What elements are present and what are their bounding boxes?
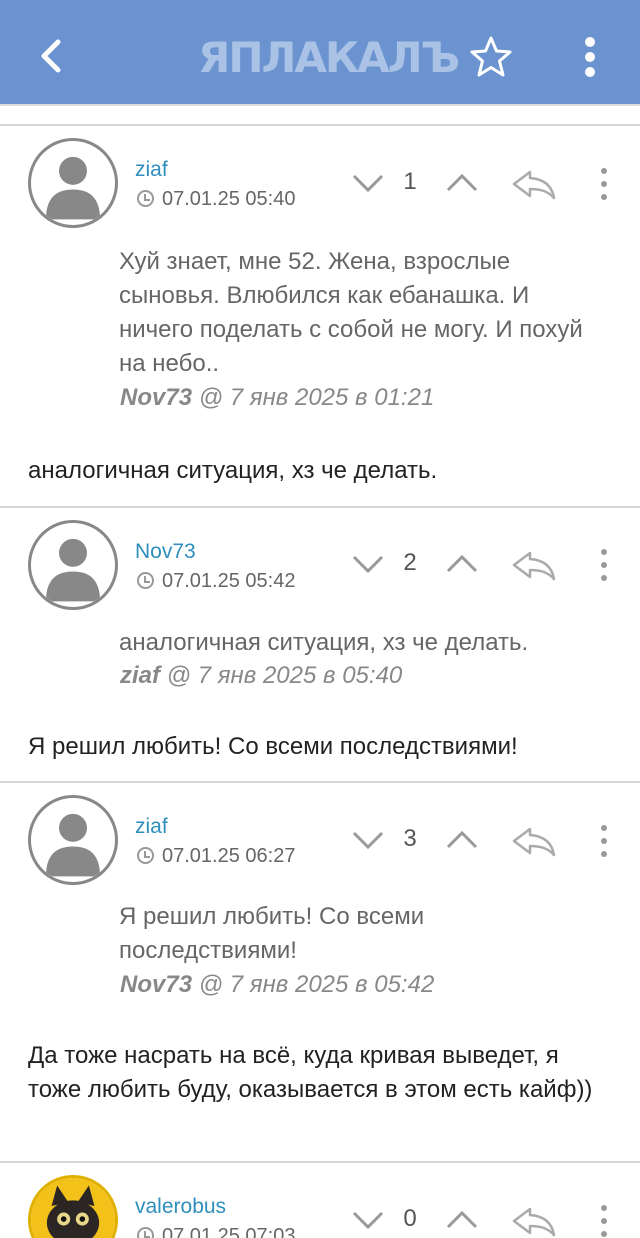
vote-up-icon[interactable]: [444, 170, 480, 196]
vote-down-icon[interactable]: [350, 551, 386, 577]
default-avatar-icon: [45, 156, 101, 220]
comment-item: ziaf 07.01.25 05:40 1 Хуй знает, мне 52.…: [0, 126, 640, 506]
quote-text: аналогичная ситуация, хз че делать.: [119, 629, 529, 656]
quote-text: Я решил любить! Со всеми последствиями!: [119, 903, 425, 964]
star-icon[interactable]: [468, 34, 514, 80]
avatar[interactable]: [28, 795, 118, 885]
quote-attribution: ziaf @ 7 янв 2025 в 05:40: [120, 662, 402, 690]
comment-menu-icon[interactable]: [596, 1203, 612, 1238]
comment-username[interactable]: ziaf: [135, 815, 168, 839]
quote-date: @ 7 янв 2025 в 05:42: [192, 971, 435, 998]
top-app-bar: ЯПЛАКАЛЪ: [0, 0, 640, 106]
clock-icon: [137, 190, 154, 207]
quote-date: @ 7 янв 2025 в 01:21: [192, 384, 435, 411]
clock-icon: [137, 1227, 154, 1238]
comment-rating: 3: [403, 825, 417, 852]
vote-down-icon[interactable]: [350, 170, 386, 196]
quote-text: Хуй знает, мне 52. Жена, взрослые сыновь…: [119, 248, 583, 377]
site-logo[interactable]: ЯПЛАКАЛЪ: [198, 34, 460, 82]
comment-menu-icon[interactable]: [596, 823, 612, 859]
comment-menu-icon[interactable]: [596, 547, 612, 583]
clock-icon: [137, 572, 154, 589]
vote-up-icon[interactable]: [444, 827, 480, 853]
quote-author[interactable]: Nov73: [120, 971, 192, 998]
comment-item: valerobus 07.01.25 07:03 0: [0, 1163, 640, 1238]
reply-icon[interactable]: [510, 823, 558, 859]
comment-rating: 1: [403, 168, 417, 195]
avatar[interactable]: [28, 520, 118, 610]
quote-author[interactable]: Nov73: [120, 384, 192, 411]
comment-username[interactable]: Nov73: [135, 540, 196, 564]
timestamp-text: 07.01.25 05:42: [162, 570, 296, 592]
vote-down-icon[interactable]: [350, 827, 386, 853]
comment-username[interactable]: valerobus: [135, 1195, 226, 1219]
reply-icon[interactable]: [510, 166, 558, 202]
quote-attribution: Nov73 @ 7 янв 2025 в 01:21: [120, 384, 434, 412]
vote-up-icon[interactable]: [444, 1207, 480, 1233]
comment-item: Nov73 07.01.25 05:42 2 аналогичная ситуа…: [0, 508, 640, 781]
clock-icon: [137, 847, 154, 864]
comment-rating: 2: [403, 549, 417, 576]
comment-text: аналогичная ситуация, хз че делать.: [28, 457, 438, 484]
comment-rating: 0: [403, 1205, 417, 1232]
back-arrow-icon[interactable]: [30, 30, 72, 82]
comment-timestamp: 07.01.25 05:42: [137, 570, 295, 593]
comment-timestamp: 07.01.25 06:27: [137, 845, 295, 868]
comment-timestamp: 07.01.25 07:03: [137, 1225, 295, 1238]
timestamp-text: 07.01.25 05:40: [162, 188, 296, 210]
avatar[interactable]: [28, 138, 118, 228]
reply-icon[interactable]: [510, 1203, 558, 1238]
comment-text: Да тоже насрать на всё, куда кривая выве…: [28, 1042, 593, 1103]
vote-up-icon[interactable]: [444, 551, 480, 577]
cat-avatar-icon: [31, 1178, 115, 1238]
timestamp-text: 07.01.25 06:27: [162, 845, 296, 867]
vote-down-icon[interactable]: [350, 1207, 386, 1233]
default-avatar-icon: [45, 538, 101, 602]
comment-menu-icon[interactable]: [596, 166, 612, 202]
comment-timestamp: 07.01.25 05:40: [137, 188, 295, 211]
comment-item: ziaf 07.01.25 06:27 3 Я решил любить! Со…: [0, 783, 640, 1161]
quote-author[interactable]: ziaf: [120, 662, 160, 689]
reply-icon[interactable]: [510, 547, 558, 583]
timestamp-text: 07.01.25 07:03: [162, 1225, 296, 1238]
avatar[interactable]: [28, 1175, 118, 1238]
quote-attribution: Nov73 @ 7 янв 2025 в 05:42: [120, 971, 434, 999]
kebab-menu-icon[interactable]: [576, 32, 604, 82]
quote-date: @ 7 янв 2025 в 05:40: [160, 662, 403, 689]
comment-text: Я решил любить! Со всеми последствиями!: [28, 733, 518, 760]
comment-username[interactable]: ziaf: [135, 158, 168, 182]
default-avatar-icon: [45, 813, 101, 877]
